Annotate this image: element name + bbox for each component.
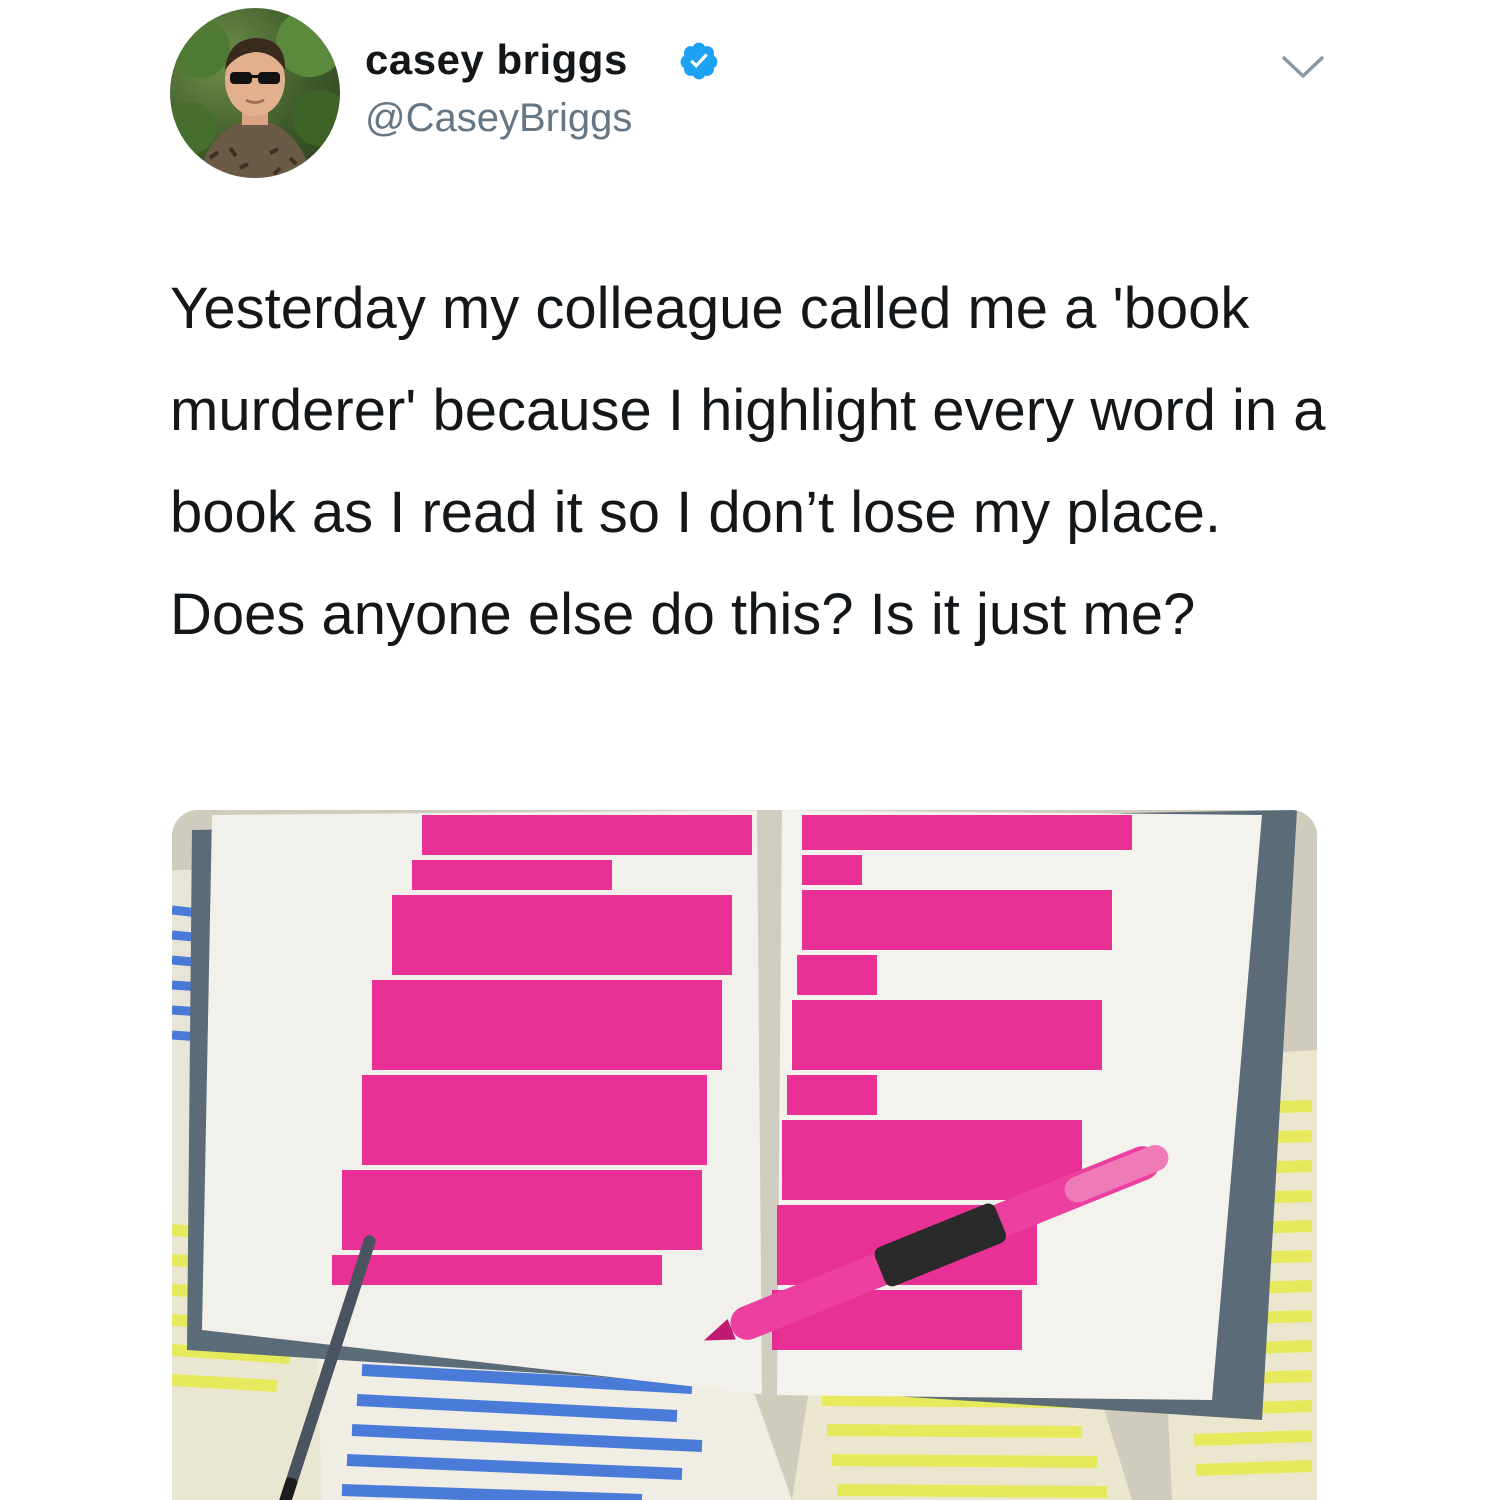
tweet-text: Yesterday my colleague called me a 'book… <box>170 276 1326 647</box>
avatar[interactable] <box>170 8 340 178</box>
tweet-photo[interactable] <box>172 810 1317 1500</box>
chevron-down-icon[interactable] <box>1278 52 1328 82</box>
verified-badge-icon <box>680 42 718 80</box>
author-handle[interactable]: @CaseyBriggs <box>365 96 632 141</box>
author-display-name[interactable]: casey briggs <box>365 36 628 84</box>
